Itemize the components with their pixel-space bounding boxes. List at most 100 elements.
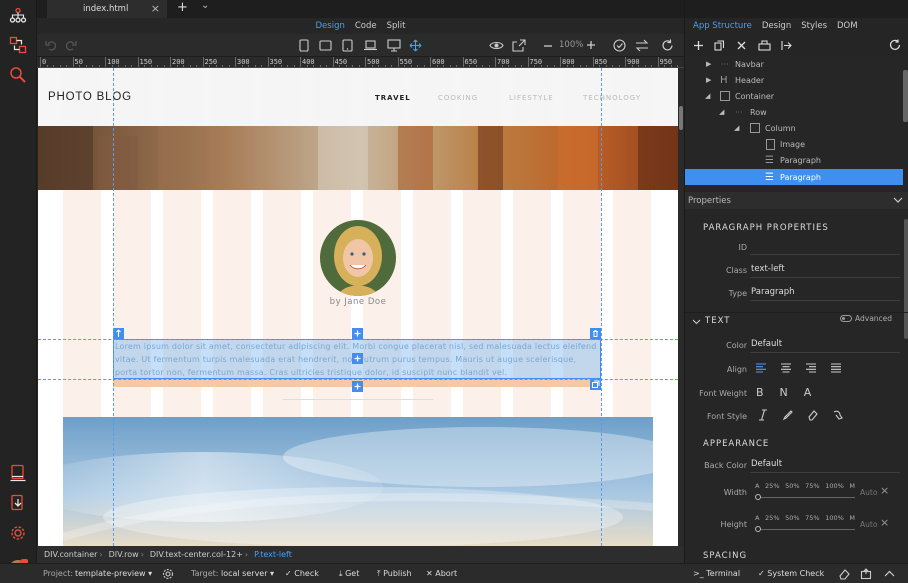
italic-icon[interactable]	[757, 409, 769, 421]
target-select[interactable]: local server ▾	[221, 569, 274, 578]
assets-icon[interactable]	[6, 491, 30, 515]
font-weight-bold[interactable]: B	[756, 386, 764, 399]
tab-close-icon[interactable]: ×	[151, 2, 160, 15]
font-weight-auto[interactable]: A	[804, 386, 812, 399]
project-settings-gear-icon[interactable]	[162, 568, 174, 580]
toggle-icon[interactable]	[840, 315, 852, 322]
design-canvas[interactable]: PHOTO BLOG TRAVEL COOKING LIFESTYLE TECH…	[38, 68, 678, 546]
id-field[interactable]	[750, 241, 900, 255]
width-slider[interactable]: A 25% 50% 75% 100% M	[755, 482, 855, 506]
tab-app-structure[interactable]: App Structure	[693, 21, 752, 31]
back-color-field[interactable]: Default	[750, 459, 900, 473]
height-clear-icon[interactable]: ×	[880, 516, 889, 529]
author-avatar-image[interactable]	[320, 220, 396, 296]
canvas-scroll-thumb[interactable]	[679, 106, 683, 130]
fluid-view-icon[interactable]	[409, 39, 422, 52]
nav-cooking[interactable]: COOKING	[438, 94, 478, 102]
add-icon[interactable]	[693, 40, 704, 51]
phone-landscape-icon[interactable]	[319, 40, 332, 51]
tab-dom[interactable]: DOM	[837, 21, 858, 31]
components-icon[interactable]	[6, 33, 30, 57]
get-button[interactable]: ⤓ Get	[339, 569, 359, 579]
zoom-in-icon[interactable]	[586, 40, 596, 50]
mode-code[interactable]: Code	[355, 21, 377, 31]
collapse-arrow-icon[interactable]: ◢	[734, 124, 739, 132]
settings-gear-icon[interactable]	[6, 521, 30, 545]
package-icon[interactable]	[860, 568, 872, 580]
eraser-icon[interactable]	[807, 409, 819, 421]
tree-item-row[interactable]: ◢ ··· Row	[685, 104, 903, 120]
properties-header[interactable]: Properties	[685, 192, 908, 209]
redo-icon[interactable]	[65, 39, 77, 51]
delete-trash-icon[interactable]	[590, 328, 601, 339]
zoom-out-icon[interactable]	[543, 41, 553, 51]
font-weight-normal[interactable]: N	[780, 386, 788, 399]
align-center-icon[interactable]	[780, 363, 792, 373]
chevron-down-icon[interactable]	[893, 197, 903, 204]
nav-lifestyle[interactable]: LIFESTYLE	[509, 94, 554, 102]
collapse-arrow-icon[interactable]: ◢	[719, 108, 724, 116]
breadcrumb-div-col[interactable]: DIV.text-center.col-12+	[150, 550, 243, 559]
phone-view-icon[interactable]	[299, 39, 309, 52]
slider-thumb[interactable]	[755, 494, 761, 500]
search-icon[interactable]	[6, 63, 30, 87]
undo-icon[interactable]	[45, 39, 57, 51]
class-field[interactable]: text-left	[750, 264, 900, 278]
breadcrumb-div-container[interactable]: DIV.container	[44, 550, 97, 559]
tree-scrollbar[interactable]	[903, 70, 908, 122]
align-right-icon[interactable]	[805, 363, 817, 373]
refresh-icon[interactable]	[661, 39, 674, 52]
breadcrumb-div-row[interactable]: DIV.row	[109, 550, 139, 559]
duplicate-icon[interactable]	[590, 379, 601, 390]
move-handle-icon[interactable]	[113, 328, 124, 339]
add-above-icon[interactable]	[352, 328, 363, 339]
eraser-icon[interactable]	[838, 568, 851, 580]
project-select[interactable]: template-preview ▾	[75, 569, 152, 578]
validate-check-icon[interactable]	[613, 39, 626, 52]
clear-style-icon[interactable]	[832, 409, 844, 421]
terminal-button[interactable]: >_ Terminal	[693, 569, 740, 578]
author-byline[interactable]: by Jane Doe	[38, 297, 678, 307]
expand-arrow-icon[interactable]: ▶	[706, 60, 711, 68]
header-image[interactable]	[38, 126, 678, 190]
tree-item-header[interactable]: ▶ H Header	[685, 72, 903, 88]
swap-icon[interactable]	[635, 39, 649, 52]
expand-arrow-icon[interactable]: ▶	[706, 76, 711, 84]
add-below-icon[interactable]	[352, 381, 363, 392]
slider-thumb[interactable]	[755, 526, 761, 532]
breadcrumb-p-text-left[interactable]: P.text-left	[254, 550, 292, 559]
delete-icon[interactable]	[736, 40, 747, 51]
advanced-toggle[interactable]: Advanced	[840, 314, 892, 323]
desktop-view-icon[interactable]	[387, 39, 401, 52]
app-structure-icon[interactable]	[6, 4, 30, 28]
unwrap-icon[interactable]	[781, 40, 792, 51]
publish-button[interactable]: ⤒ Publish	[377, 569, 412, 579]
system-check-button[interactable]: ✓ System Check	[758, 569, 824, 578]
align-justify-icon[interactable]	[830, 363, 842, 373]
laptop-view-icon[interactable]	[363, 40, 378, 51]
add-inside-icon[interactable]	[352, 353, 363, 364]
tree-item-image[interactable]: Image	[685, 136, 903, 152]
sky-image[interactable]	[63, 417, 653, 546]
tree-item-column[interactable]: ◢ Column	[685, 120, 903, 136]
color-field[interactable]: Default	[750, 339, 900, 353]
check-button[interactable]: ✓ Check	[285, 569, 319, 578]
refresh-structure-icon[interactable]	[889, 39, 901, 51]
width-clear-icon[interactable]: ×	[880, 484, 889, 497]
navbar[interactable]: PHOTO BLOG TRAVEL COOKING LIFESTYLE TECH…	[38, 68, 678, 126]
component-icon[interactable]	[758, 39, 771, 51]
preview-eye-icon[interactable]	[489, 40, 504, 51]
collapse-arrow-icon[interactable]: ◢	[705, 92, 710, 100]
brand-title[interactable]: PHOTO BLOG	[48, 91, 132, 103]
tree-item-paragraph[interactable]: ☰ Paragraph	[685, 152, 903, 168]
height-slider[interactable]: A 25% 50% 75% 100% M	[755, 514, 855, 538]
tab-styles[interactable]: Styles	[801, 21, 827, 31]
abort-button[interactable]: ✕ Abort	[426, 569, 457, 578]
tree-item-paragraph-selected[interactable]: ☰ Paragraph	[685, 169, 903, 185]
chevron-up-icon[interactable]	[884, 570, 895, 577]
nav-technology[interactable]: TECHNOLOGY	[583, 94, 641, 102]
chevron-down-icon[interactable]	[692, 319, 701, 325]
chevron-down-icon[interactable]: ⌄	[201, 0, 209, 11]
tablet-view-icon[interactable]	[342, 39, 353, 52]
pages-icon[interactable]	[6, 461, 30, 485]
